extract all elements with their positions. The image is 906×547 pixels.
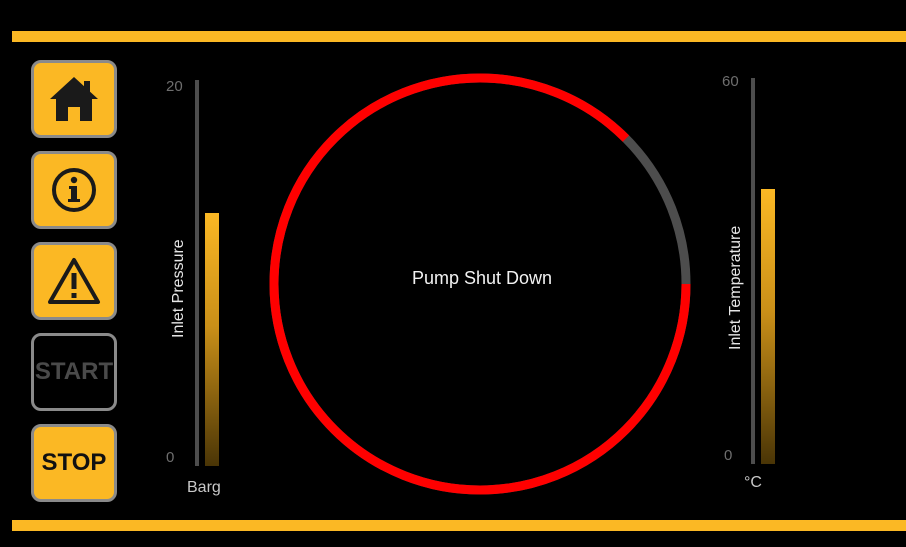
home-icon: [48, 75, 100, 123]
pressure-min-label: 0: [166, 449, 175, 466]
temperature-title: Inlet Temperature: [727, 225, 744, 350]
pressure-level-bar: [205, 213, 219, 466]
warning-icon: [47, 257, 101, 305]
start-button[interactable]: START: [31, 333, 117, 411]
hmi-screen: START STOP 20 0 Inlet Pressure Barg Pump…: [0, 0, 906, 547]
stop-button[interactable]: STOP: [31, 424, 117, 502]
pump-status-text: Pump Shut Down: [411, 268, 553, 288]
bottom-accent-stripe: [12, 520, 906, 531]
temperature-max-label: 60: [722, 73, 739, 90]
temperature-level-bar: [761, 189, 775, 464]
home-button[interactable]: [31, 60, 117, 138]
pressure-track: [195, 80, 199, 466]
pressure-title: Inlet Pressure: [170, 239, 187, 338]
temperature-min-label: 0: [724, 447, 733, 464]
pressure-max-label: 20: [166, 78, 183, 95]
temperature-track: [751, 78, 755, 464]
warning-button[interactable]: [31, 242, 117, 320]
pressure-unit: Barg: [187, 479, 221, 496]
top-accent-stripe: [12, 31, 906, 42]
info-button[interactable]: [31, 151, 117, 229]
info-icon: [50, 166, 98, 214]
start-button-label: START: [34, 358, 114, 385]
stop-button-label: STOP: [41, 449, 107, 476]
temperature-unit: °C: [744, 474, 762, 491]
